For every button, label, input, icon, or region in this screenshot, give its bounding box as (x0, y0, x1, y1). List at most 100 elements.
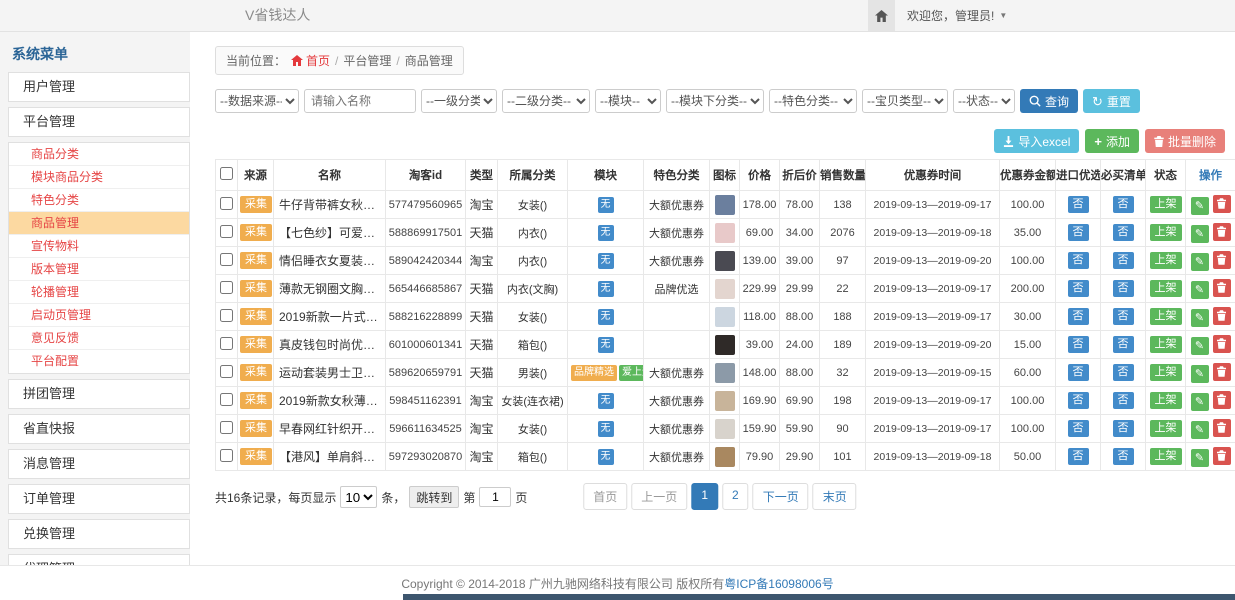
import-choice-badge[interactable]: 否 (1068, 252, 1089, 269)
edit-button[interactable]: ✎ (1191, 449, 1209, 467)
status-badge[interactable]: 上架 (1150, 364, 1182, 381)
import-choice-badge[interactable]: 否 (1068, 336, 1089, 353)
add-button[interactable]: + 添加 (1085, 129, 1139, 153)
import-choice-badge[interactable]: 否 (1068, 280, 1089, 297)
must-buy-badge[interactable]: 否 (1113, 280, 1134, 297)
edit-button[interactable]: ✎ (1191, 393, 1209, 411)
sidebar-item[interactable]: 版本管理 (9, 258, 189, 281)
sidebar-group-2[interactable]: 拼团管理 (9, 380, 189, 408)
import-choice-badge[interactable]: 否 (1068, 448, 1089, 465)
delete-button[interactable] (1213, 419, 1231, 437)
sidebar-item[interactable]: 轮播管理 (9, 281, 189, 304)
row-checkbox[interactable] (220, 253, 233, 266)
edit-button[interactable]: ✎ (1191, 225, 1209, 243)
search-button[interactable]: 查询 (1020, 89, 1078, 113)
filter-select[interactable]: --二级分类-- (502, 89, 590, 113)
must-buy-badge[interactable]: 否 (1113, 252, 1134, 269)
must-buy-badge[interactable]: 否 (1113, 336, 1134, 353)
edit-button[interactable]: ✎ (1191, 337, 1209, 355)
status-badge[interactable]: 上架 (1150, 336, 1182, 353)
import-choice-badge[interactable]: 否 (1068, 420, 1089, 437)
delete-button[interactable] (1213, 447, 1231, 465)
import-excel-button[interactable]: 导入excel (994, 129, 1079, 153)
must-buy-badge[interactable]: 否 (1113, 420, 1134, 437)
reset-button[interactable]: ↻ 重置 (1083, 89, 1140, 113)
page-button-首页[interactable]: 首页 (583, 483, 627, 510)
status-badge[interactable]: 上架 (1150, 392, 1182, 409)
sidebar-group-0[interactable]: 用户管理 (9, 73, 189, 101)
sidebar-item[interactable]: 启动页管理 (9, 304, 189, 327)
name-search-input[interactable] (304, 89, 416, 113)
filter-select[interactable]: --一级分类-- (421, 89, 497, 113)
user-menu[interactable]: 欢迎您，管理员! ▼ (907, 7, 1007, 24)
must-buy-badge[interactable]: 否 (1113, 364, 1134, 381)
delete-button[interactable] (1213, 251, 1231, 269)
row-checkbox[interactable] (220, 421, 233, 434)
sidebar-group-3[interactable]: 省直快报 (9, 415, 189, 443)
page-input[interactable] (479, 487, 511, 507)
status-badge[interactable]: 上架 (1150, 308, 1182, 325)
status-badge[interactable]: 上架 (1150, 252, 1182, 269)
import-choice-badge[interactable]: 否 (1068, 308, 1089, 325)
edit-button[interactable]: ✎ (1191, 309, 1209, 327)
delete-button[interactable] (1213, 391, 1231, 409)
sidebar-group-5[interactable]: 订单管理 (9, 485, 189, 513)
status-badge[interactable]: 上架 (1150, 224, 1182, 241)
delete-button[interactable] (1213, 279, 1231, 297)
status-badge[interactable]: 上架 (1150, 420, 1182, 437)
sidebar-item[interactable]: 宣传物料 (9, 235, 189, 258)
row-checkbox[interactable] (220, 449, 233, 462)
home-button[interactable] (868, 0, 895, 31)
sidebar-group-7[interactable]: 代理管理 (9, 555, 189, 565)
sidebar-item[interactable]: 平台配置 (9, 350, 189, 373)
sidebar-group-4[interactable]: 消息管理 (9, 450, 189, 478)
row-checkbox[interactable] (220, 309, 233, 322)
edit-button[interactable]: ✎ (1191, 365, 1209, 383)
batch-delete-button[interactable]: 批量删除 (1145, 129, 1225, 153)
sidebar-group-6[interactable]: 兑换管理 (9, 520, 189, 548)
must-buy-badge[interactable]: 否 (1113, 196, 1134, 213)
edit-button[interactable]: ✎ (1191, 421, 1209, 439)
import-choice-badge[interactable]: 否 (1068, 392, 1089, 409)
must-buy-badge[interactable]: 否 (1113, 224, 1134, 241)
delete-button[interactable] (1213, 307, 1231, 325)
filter-select[interactable]: --数据来源-- (215, 89, 299, 113)
sidebar-item[interactable]: 商品管理 (9, 212, 189, 235)
page-button-上一页[interactable]: 上一页 (631, 483, 687, 510)
filter-select[interactable]: --状态-- (953, 89, 1015, 113)
import-choice-badge[interactable]: 否 (1068, 196, 1089, 213)
row-checkbox[interactable] (220, 281, 233, 294)
import-choice-badge[interactable]: 否 (1068, 224, 1089, 241)
must-buy-badge[interactable]: 否 (1113, 448, 1134, 465)
sidebar-item[interactable]: 商品分类 (9, 143, 189, 166)
sidebar-group-1[interactable]: 平台管理 (9, 108, 189, 136)
per-page-select[interactable]: 10 (340, 486, 377, 508)
breadcrumb-home-link[interactable]: 首页 (291, 52, 330, 69)
must-buy-badge[interactable]: 否 (1113, 392, 1134, 409)
status-badge[interactable]: 上架 (1150, 448, 1182, 465)
page-button-2[interactable]: 2 (722, 483, 749, 510)
jump-button[interactable]: 跳转到 (409, 486, 459, 508)
must-buy-badge[interactable]: 否 (1113, 308, 1134, 325)
sidebar-item[interactable]: 特色分类 (9, 189, 189, 212)
edit-button[interactable]: ✎ (1191, 281, 1209, 299)
edit-button[interactable]: ✎ (1191, 197, 1209, 215)
delete-button[interactable] (1213, 195, 1231, 213)
delete-button[interactable] (1213, 335, 1231, 353)
select-all-checkbox[interactable] (220, 167, 233, 180)
row-checkbox[interactable] (220, 337, 233, 350)
sidebar-item[interactable]: 意见反馈 (9, 327, 189, 350)
row-checkbox[interactable] (220, 393, 233, 406)
page-button-1[interactable]: 1 (691, 483, 718, 510)
delete-button[interactable] (1213, 363, 1231, 381)
row-checkbox[interactable] (220, 197, 233, 210)
sidebar-item[interactable]: 模块商品分类 (9, 166, 189, 189)
filter-select[interactable]: --模块下分类-- (666, 89, 764, 113)
page-button-末页[interactable]: 末页 (813, 483, 857, 510)
filter-select[interactable]: --特色分类-- (769, 89, 857, 113)
bottom-scrollbar[interactable] (403, 594, 1235, 600)
icp-link[interactable]: 粤ICP备16098006号 (724, 575, 833, 592)
edit-button[interactable]: ✎ (1191, 253, 1209, 271)
row-checkbox[interactable] (220, 365, 233, 378)
import-choice-badge[interactable]: 否 (1068, 364, 1089, 381)
